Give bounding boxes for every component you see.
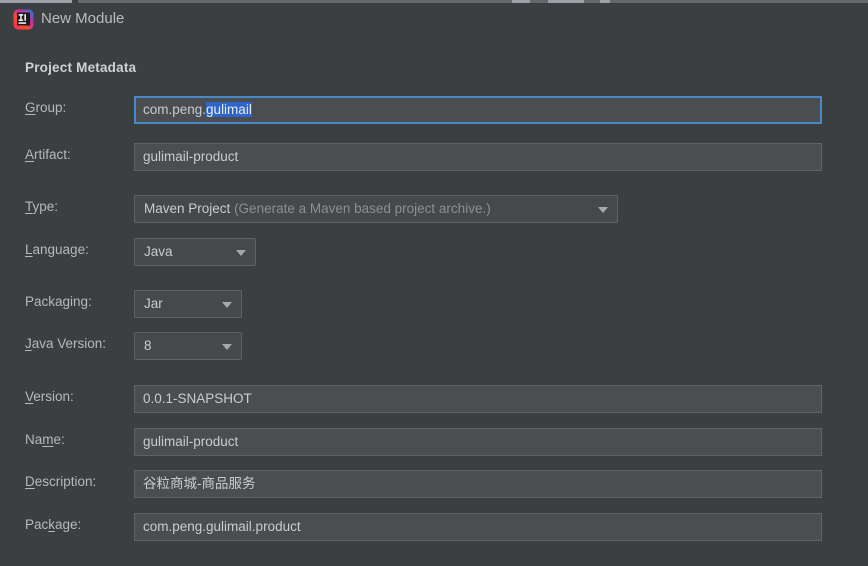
description-input[interactable]: 谷粒商城-商品服务	[134, 470, 822, 498]
name-label: Name:	[25, 432, 65, 447]
java-version-value: 8	[144, 338, 152, 353]
intellij-idea-icon	[13, 9, 34, 30]
type-value-hint: (Generate a Maven based project archive.…	[234, 201, 491, 216]
package-input[interactable]: com.peng.gulimail.product	[134, 513, 822, 541]
chevron-down-icon	[222, 344, 232, 350]
group-value-prefix: com.peng.	[143, 102, 206, 117]
java-version-label: Java Version:	[25, 336, 106, 351]
dialog-title-bar: New Module	[0, 4, 868, 36]
section-heading: Project Metadata	[25, 60, 136, 75]
package-label: Package:	[25, 517, 81, 532]
chevron-down-icon	[598, 207, 608, 213]
dialog-title: New Module	[41, 8, 124, 30]
language-label: Language:	[25, 242, 89, 257]
java-version-combobox[interactable]: 8	[134, 332, 242, 360]
group-input[interactable]: com.peng.gulimail	[134, 96, 822, 124]
packaging-value: Jar	[144, 296, 163, 311]
language-combobox[interactable]: Java	[134, 238, 256, 266]
type-value: Maven Project	[144, 201, 230, 216]
artifact-input[interactable]: gulimail-product	[134, 143, 822, 171]
type-combobox[interactable]: Maven Project (Generate a Maven based pr…	[134, 195, 618, 223]
new-module-dialog: New Module Project Metadata Group: com.p…	[0, 4, 868, 566]
version-label: Version:	[25, 389, 74, 404]
version-input[interactable]: 0.0.1-SNAPSHOT	[134, 385, 822, 413]
packaging-label: Packaging:	[25, 294, 92, 309]
group-label: Group:	[25, 100, 66, 115]
group-value-selected: gulimail	[206, 102, 252, 117]
type-label: Type:	[25, 199, 58, 214]
packaging-combobox[interactable]: Jar	[134, 290, 242, 318]
chevron-down-icon	[236, 250, 246, 256]
chevron-down-icon	[222, 302, 232, 308]
artifact-label: Artifact:	[25, 147, 71, 162]
language-value: Java	[144, 244, 173, 259]
description-label: Description:	[25, 474, 96, 489]
name-input[interactable]: gulimail-product	[134, 428, 822, 456]
